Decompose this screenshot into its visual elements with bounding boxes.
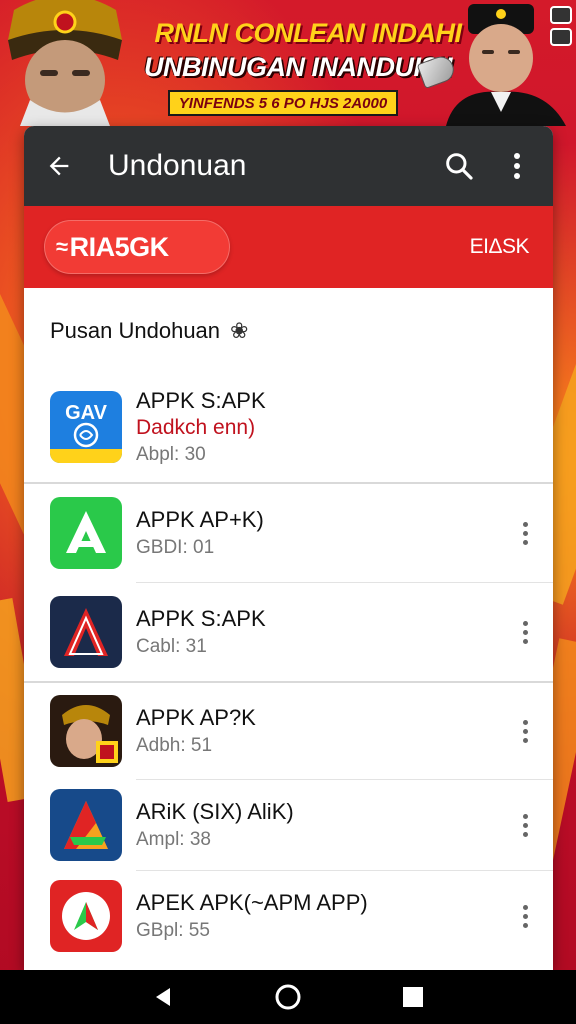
item-menu-button[interactable] (515, 810, 535, 840)
section-title: Pusan Undohuan (50, 318, 221, 343)
list-item[interactable]: GAV APPK S:APK Dadkch enn) Abpl: 30 (24, 372, 553, 482)
app-meta: Ampl: 38 (136, 829, 211, 850)
list-item-text: APPK S:APK Dadkch enn) Abpl: 30 (136, 388, 493, 466)
list-item-text: APEK APK(~APM APP) GBpl: 55 (136, 890, 493, 942)
banner-strip: YINFENDS 5 6 PO HJS 2A000 (168, 90, 398, 116)
app-window: Undonuan ≈ RIA5GK EIΔSK Pusan Undohuan ❀ (24, 126, 553, 970)
item-menu-button[interactable] (515, 617, 535, 647)
app-name: APEK APK(~APM APP) (136, 890, 368, 915)
filter-bar: ≈ RIA5GK EIΔSK (24, 206, 553, 288)
app-list: GAV APPK S:APK Dadkch enn) Abpl: 30 APPK… (24, 372, 553, 961)
loading-icon: ❀ (230, 318, 249, 343)
nav-recents-button[interactable] (393, 977, 433, 1017)
list-item[interactable]: APPK S:APK Cabl: 31 (24, 583, 553, 681)
app-icon (50, 497, 122, 569)
app-name: ARiK (SIX) AliK) (136, 799, 294, 824)
app-meta: Adbh: 51 (136, 735, 213, 756)
list-item-text: APPK S:APK Cabl: 31 (136, 606, 493, 658)
notification-icon (550, 6, 572, 24)
back-button[interactable] (40, 147, 78, 185)
square-recents-icon (403, 987, 424, 1007)
app-icon (50, 695, 122, 767)
app-name: APPK S:APK (136, 388, 266, 413)
section-header: Pusan Undohuan ❀ (24, 288, 553, 372)
item-menu-button[interactable] (515, 716, 535, 746)
item-menu-button[interactable] (515, 518, 535, 548)
app-icon-text: GAV (65, 402, 108, 424)
app-meta: Cabl: 31 (136, 636, 207, 657)
list-item-text: APPK AP+K) GBDI: 01 (136, 507, 493, 559)
filter-pill-label: RIA5GK (69, 231, 170, 262)
circle-home-icon (275, 984, 301, 1010)
settings-icon (550, 28, 572, 46)
list-item[interactable]: APPK AP?K Adbh: 51 (24, 683, 553, 779)
app-name: APPK AP+K) (136, 507, 264, 532)
arrow-left-icon (49, 156, 69, 176)
filter-pill-button[interactable]: ≈ RIA5GK (44, 220, 230, 274)
nav-home-button[interactable] (268, 977, 308, 1017)
list-item-text: ARiK (SIX) AliK) Ampl: 38 (136, 799, 493, 851)
app-meta: Abpl: 30 (136, 444, 206, 465)
more-options-button[interactable] (497, 146, 537, 186)
page-title: Undonuan (108, 149, 247, 182)
list-item[interactable]: APEK APK(~APM APP) GBpl: 55 (24, 871, 553, 961)
system-navbar (0, 970, 576, 1024)
secondary-filter-link[interactable]: EIΔSK (470, 235, 530, 259)
promo-banner: RNLN CONLEAN INDAHI UNBINUGAN INANDUISII… (0, 0, 576, 126)
list-item[interactable]: ARiK (SIX) AliK) Ampl: 38 (24, 780, 553, 870)
app-meta: GBpl: 55 (136, 920, 210, 941)
app-icon (50, 596, 122, 668)
item-menu-button[interactable] (515, 901, 535, 931)
app-meta: GBDI: 01 (136, 537, 215, 558)
app-toolbar: Undonuan (24, 126, 553, 206)
app-subtitle: Dadkch enn) (136, 416, 256, 439)
more-vert-icon (514, 153, 520, 179)
search-button[interactable] (439, 146, 479, 186)
app-name: APPK AP?K (136, 705, 256, 730)
nav-back-button[interactable] (143, 977, 183, 1017)
list-item-text: APPK AP?K Adbh: 51 (136, 705, 493, 757)
triangle-back-icon (155, 988, 170, 1006)
app-icon (50, 880, 122, 952)
app-name: APPK S:APK (136, 606, 266, 631)
search-icon (446, 153, 473, 180)
list-item[interactable]: APPK AP+K) GBDI: 01 (24, 484, 553, 582)
wave-icon: ≈ (56, 234, 68, 259)
app-icon: GAV (50, 391, 122, 463)
corner-icons (550, 6, 572, 46)
app-icon (50, 789, 122, 861)
